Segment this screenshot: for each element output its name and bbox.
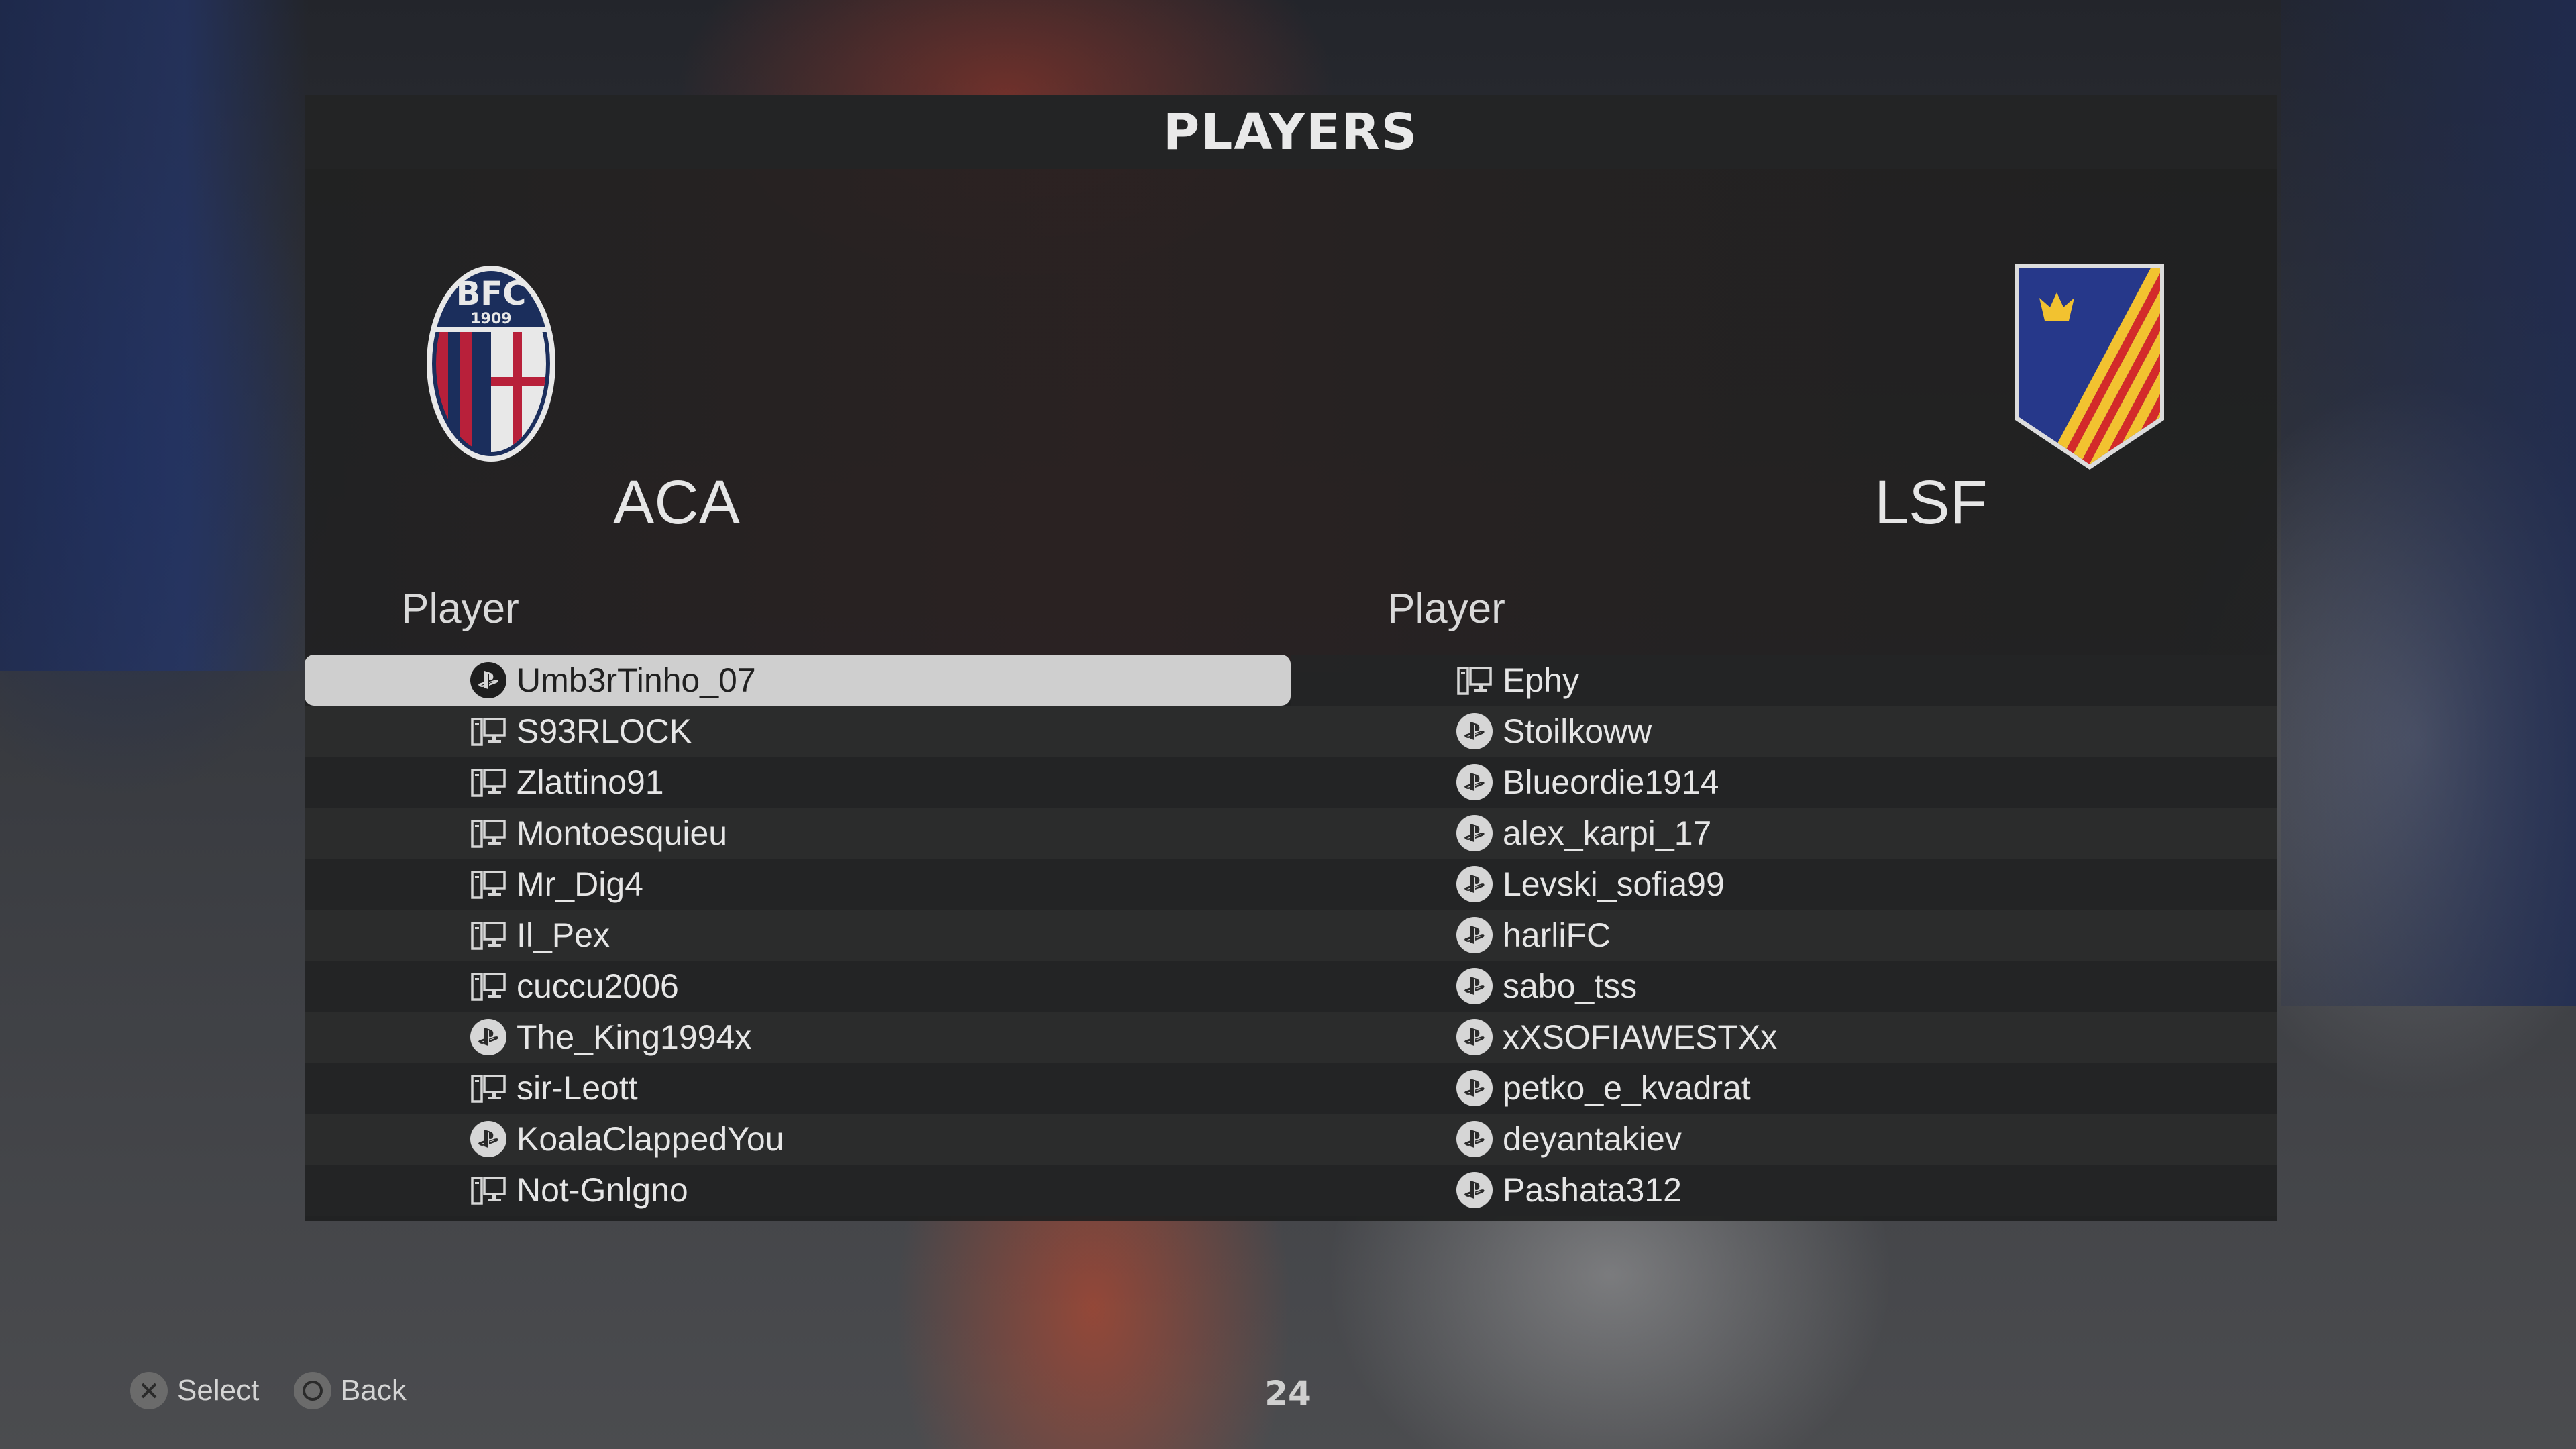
- player-name: KoalaClappedYou: [517, 1120, 784, 1158]
- pc-icon: [468, 711, 508, 751]
- pc-icon: [468, 762, 508, 802]
- player-name: Il_Pex: [517, 916, 610, 954]
- crest-year: 1909: [470, 311, 511, 327]
- away-player-row[interactable]: sabo_tss: [1291, 961, 2277, 1012]
- away-player-row[interactable]: Levski_sofia99: [1291, 859, 2277, 910]
- player-name: Mr_Dig4: [517, 865, 643, 903]
- away-player-row[interactable]: deyantakiev: [1291, 1114, 2277, 1165]
- pc-icon: [468, 813, 508, 853]
- home-player-row[interactable]: sir-Leott: [305, 1063, 1291, 1114]
- playstation-icon: [468, 1119, 508, 1159]
- player-name: sabo_tss: [1503, 967, 1638, 1005]
- home-player-list: Umb3rTinho_07 S93RLOCK Zlattino91 Montoesqu…: [305, 655, 1291, 1216]
- home-player-row[interactable]: The_King1994x: [305, 1012, 1291, 1063]
- player-name: Blueordie1914: [1503, 763, 1719, 801]
- select-label: Select: [177, 1374, 260, 1407]
- player-name: alex_karpi_17: [1503, 814, 1712, 852]
- away-player-row[interactable]: xXSOFIAWESTXx: [1291, 1012, 2277, 1063]
- player-name: Not-Gnlgno: [517, 1171, 688, 1209]
- panel-hero-background: [305, 169, 2277, 672]
- pc-icon: [468, 966, 508, 1006]
- back-button[interactable]: Back: [294, 1372, 407, 1409]
- player-name: Stoilkoww: [1503, 712, 1652, 750]
- crest-text: BFC: [456, 275, 527, 313]
- player-name: harliFC: [1503, 916, 1611, 954]
- shield-crown-stripes-crest-icon: [2012, 263, 2167, 471]
- playstation-icon: [1454, 864, 1495, 904]
- playstation-icon: [1454, 915, 1495, 955]
- away-player-row[interactable]: alex_karpi_17: [1291, 808, 2277, 859]
- away-player-row[interactable]: harliFC: [1291, 910, 2277, 961]
- player-name: Umb3rTinho_07: [517, 661, 756, 699]
- pc-icon: [468, 1170, 508, 1210]
- playstation-icon: [468, 1017, 508, 1057]
- home-player-row[interactable]: KoalaClappedYou: [305, 1114, 1291, 1165]
- player-name: Levski_sofia99: [1503, 865, 1725, 903]
- select-button[interactable]: Select: [130, 1372, 259, 1409]
- pc-icon: [1454, 660, 1495, 700]
- playstation-icon: [1454, 966, 1495, 1006]
- bologna-fc-crest-icon: BFC 1909: [424, 263, 558, 464]
- player-name: sir-Leott: [517, 1069, 638, 1107]
- away-player-row[interactable]: Stoilkoww: [1291, 706, 2277, 757]
- player-name: petko_e_kvadrat: [1503, 1069, 1751, 1107]
- away-team-name: LSF: [1874, 468, 1988, 537]
- away-player-row[interactable]: Pashata312: [1291, 1165, 2277, 1216]
- playstation-icon: [1454, 813, 1495, 853]
- away-player-row[interactable]: Blueordie1914: [1291, 757, 2277, 808]
- away-player-row[interactable]: petko_e_kvadrat: [1291, 1063, 2277, 1114]
- playstation-icon: [1454, 711, 1495, 751]
- away-player-row[interactable]: Ephy: [1291, 655, 2277, 706]
- pc-icon: [468, 864, 508, 904]
- cross-button-icon: [130, 1372, 168, 1409]
- player-name: The_King1994x: [517, 1018, 752, 1056]
- home-team-name: ACA: [613, 468, 741, 537]
- player-name: Pashata312: [1503, 1171, 1682, 1209]
- home-player-row[interactable]: Umb3rTinho_07: [305, 655, 1291, 706]
- playstation-icon: [1454, 762, 1495, 802]
- player-name: Zlattino91: [517, 763, 664, 801]
- home-player-row[interactable]: Not-Gnlgno: [305, 1165, 1291, 1216]
- home-player-row[interactable]: cuccu2006: [305, 961, 1291, 1012]
- players-panel: PLAYERS BFC 1909 ACA LSF Player Player U…: [305, 95, 2277, 1221]
- player-name: xXSOFIAWESTXx: [1503, 1018, 1778, 1056]
- playstation-icon: [1454, 1170, 1495, 1210]
- page-number: 24: [1265, 1374, 1311, 1413]
- player-name: S93RLOCK: [517, 712, 692, 750]
- player-name: cuccu2006: [517, 967, 679, 1005]
- home-player-row[interactable]: Il_Pex: [305, 910, 1291, 961]
- page-title: PLAYERS: [305, 95, 2277, 169]
- home-player-row[interactable]: Mr_Dig4: [305, 859, 1291, 910]
- circle-button-icon: [294, 1372, 331, 1409]
- playstation-icon: [468, 660, 508, 700]
- pc-icon: [468, 915, 508, 955]
- pc-icon: [468, 1068, 508, 1108]
- home-player-row[interactable]: Montoesquieu: [305, 808, 1291, 859]
- left-column-header: Player: [401, 586, 519, 632]
- playstation-icon: [1454, 1068, 1495, 1108]
- background-locker-right: [2281, 0, 2576, 1006]
- home-player-row[interactable]: Zlattino91: [305, 757, 1291, 808]
- right-column-header: Player: [1387, 586, 1505, 632]
- player-name: Ephy: [1503, 661, 1579, 699]
- home-player-row[interactable]: S93RLOCK: [305, 706, 1291, 757]
- back-label: Back: [341, 1374, 407, 1407]
- player-name: deyantakiev: [1503, 1120, 1682, 1158]
- background-locker-left: [0, 0, 309, 671]
- away-player-list: Ephy Stoilkoww Blueordie1914 alex_karpi_17 L…: [1291, 655, 2277, 1216]
- playstation-icon: [1454, 1119, 1495, 1159]
- player-name: Montoesquieu: [517, 814, 728, 852]
- playstation-icon: [1454, 1017, 1495, 1057]
